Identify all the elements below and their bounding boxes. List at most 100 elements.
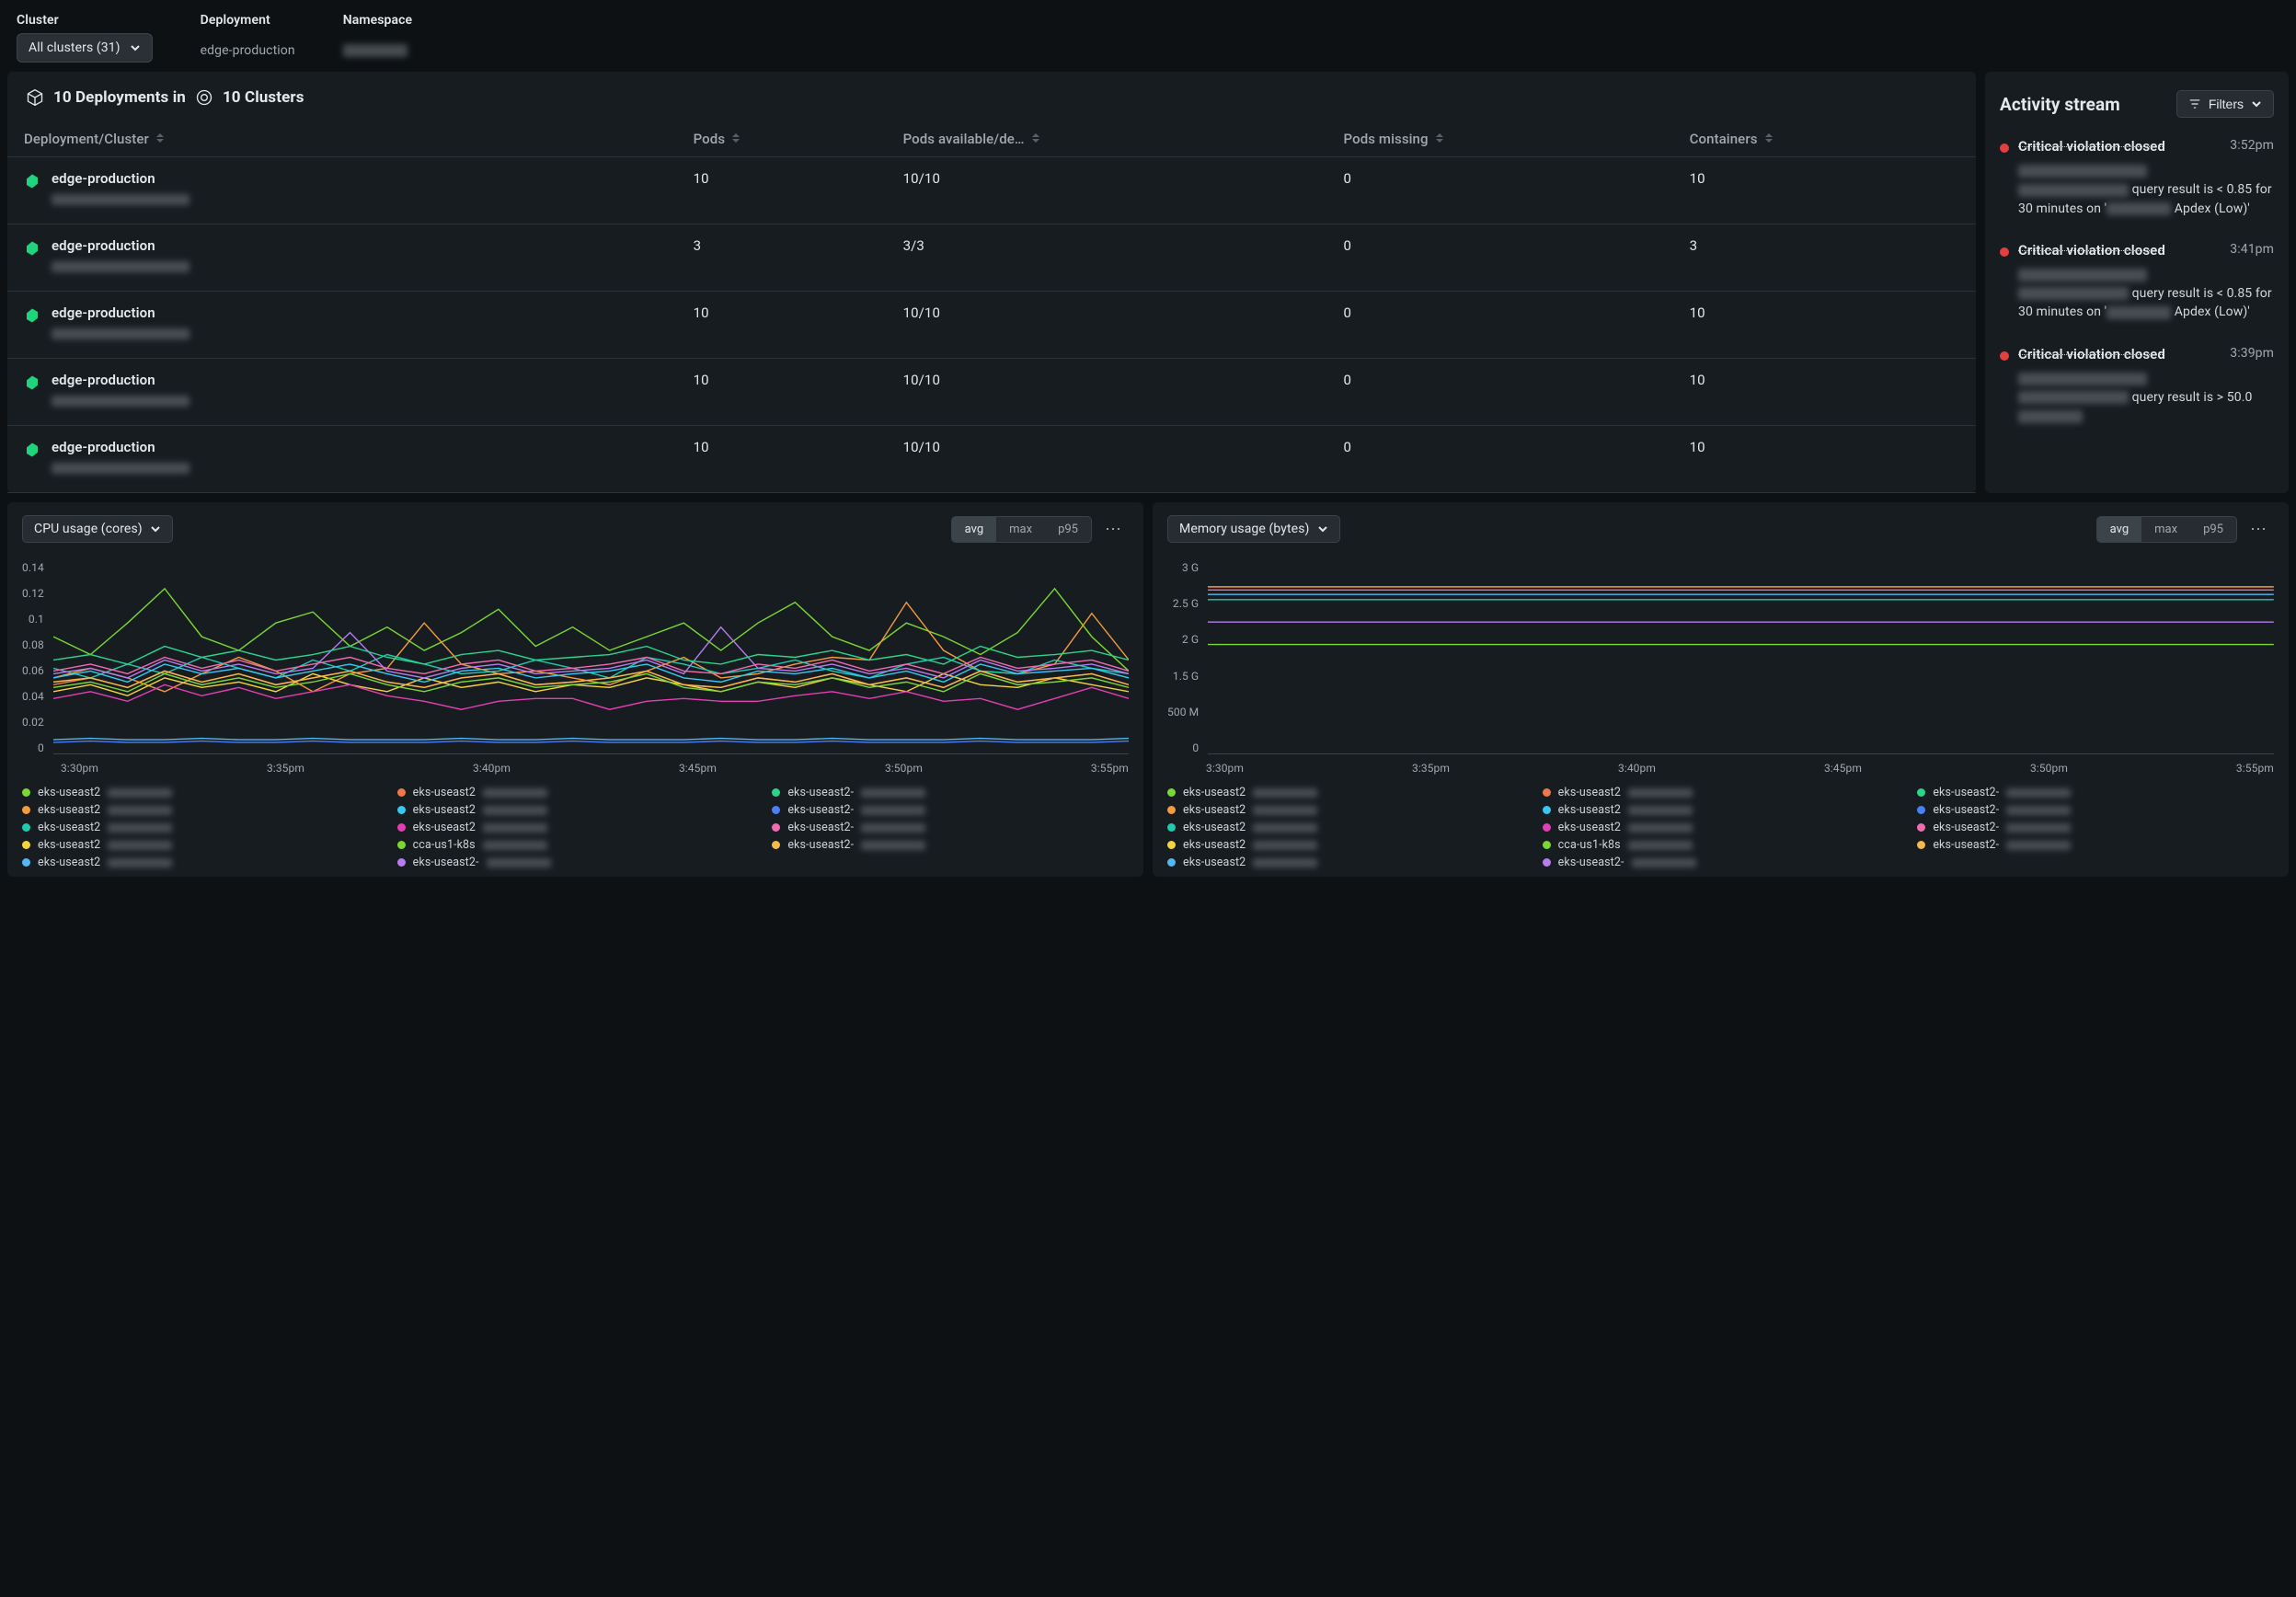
agg-p95-button[interactable]: p95 bbox=[1045, 517, 1091, 542]
agg-avg-button[interactable]: avg bbox=[952, 517, 997, 542]
chevron-down-icon bbox=[150, 523, 161, 534]
chart-cpu: CPU usage (cores) avgmaxp95 ⋯ 0.140.120.… bbox=[7, 502, 1143, 877]
chevron-down-icon bbox=[1317, 523, 1328, 534]
table-row[interactable]: edge-production 10 10/10 0 10 bbox=[7, 426, 1976, 493]
legend-item[interactable]: eks-useast2- bbox=[772, 786, 1129, 799]
event-description: query result is > 50.0 bbox=[2018, 370, 2274, 426]
legend-item[interactable]: eks-useast2 bbox=[1543, 803, 1900, 817]
deployment-name: edge-production bbox=[52, 439, 189, 455]
agg-max-button[interactable]: max bbox=[996, 517, 1045, 542]
aggregation-toggle: avgmaxp95 bbox=[2096, 516, 2237, 543]
chart-more-button[interactable]: ⋯ bbox=[1099, 520, 1129, 538]
activity-event[interactable]: Critical violation closed 3:39pm query r… bbox=[2000, 346, 2274, 426]
filters-button-label: Filters bbox=[2209, 97, 2244, 111]
legend-item[interactable]: eks-useast2 bbox=[1167, 838, 1524, 852]
legend-item[interactable]: eks-useast2 bbox=[22, 803, 379, 817]
legend-label: eks-useast2 bbox=[1558, 786, 1621, 799]
legend-item[interactable]: eks-useast2- bbox=[1917, 821, 2274, 834]
activity-list: Critical violation closed 3:52pm query r… bbox=[2000, 138, 2274, 426]
agg-p95-button[interactable]: p95 bbox=[2190, 517, 2236, 542]
col-header[interactable]: Pods missing bbox=[1327, 121, 1673, 157]
legend-item[interactable]: eks-useast2- bbox=[772, 821, 1129, 834]
legend-item[interactable]: eks-useast2- bbox=[1543, 856, 1900, 869]
chart-title-dropdown[interactable]: Memory usage (bytes) bbox=[1167, 515, 1340, 543]
legend-label: eks-useast2 bbox=[1558, 821, 1621, 834]
legend-swatch bbox=[772, 823, 780, 832]
chart-title-dropdown[interactable]: CPU usage (cores) bbox=[22, 515, 173, 543]
agg-max-button[interactable]: max bbox=[2141, 517, 2190, 542]
legend-label: eks-useast2- bbox=[787, 803, 854, 817]
filter-bar: Cluster All clusters (31) Deployment edg… bbox=[0, 0, 2296, 72]
legend-item[interactable]: eks-useast2 bbox=[22, 821, 379, 834]
legend-item[interactable]: eks-useast2 bbox=[1167, 786, 1524, 799]
legend-swatch bbox=[397, 858, 406, 867]
legend-swatch bbox=[1543, 806, 1551, 814]
event-description: query result is < 0.85 for 30 minutes on… bbox=[2018, 162, 2274, 218]
plot-area bbox=[1208, 561, 2274, 754]
legend-swatch bbox=[772, 806, 780, 814]
table-row[interactable]: edge-production 10 10/10 0 10 bbox=[7, 359, 1976, 426]
chart-legend: eks-useast2 eks-useast2 eks-useast2- eks-us… bbox=[22, 786, 1129, 869]
event-description: query result is < 0.85 for 30 minutes on… bbox=[2018, 266, 2274, 322]
legend-label: eks-useast2- bbox=[413, 856, 479, 869]
col-header[interactable]: Pods available/de… bbox=[887, 121, 1327, 157]
legend-label: eks-useast2 bbox=[1558, 803, 1621, 817]
cluster-dropdown-value: All clusters (31) bbox=[29, 40, 121, 55]
col-header[interactable]: Containers bbox=[1673, 121, 1976, 157]
legend-item[interactable]: eks-useast2 bbox=[1167, 856, 1524, 869]
activity-title: Activity stream bbox=[2000, 94, 2120, 115]
col-header[interactable]: Deployment/Cluster bbox=[7, 121, 677, 157]
legend-item[interactable]: eks-useast2 bbox=[1543, 821, 1900, 834]
filter-cluster-label: Cluster bbox=[17, 13, 153, 28]
agg-avg-button[interactable]: avg bbox=[2097, 517, 2142, 542]
cell-pods-avail: 10/10 bbox=[887, 292, 1327, 359]
filters-button[interactable]: Filters bbox=[2176, 90, 2274, 118]
table-row[interactable]: edge-production 10 10/10 0 10 bbox=[7, 292, 1976, 359]
legend-item[interactable]: eks-useast2- bbox=[1917, 803, 2274, 817]
legend-label: eks-useast2 bbox=[38, 803, 100, 817]
filter-deployment-label: Deployment bbox=[201, 13, 295, 28]
filter-namespace-label: Namespace bbox=[343, 13, 412, 28]
legend-label: cca-us1-k8s bbox=[413, 838, 476, 852]
legend-item[interactable]: eks-useast2 bbox=[1543, 786, 1900, 799]
chart-legend: eks-useast2 eks-useast2 eks-useast2- eks-us… bbox=[1167, 786, 2274, 869]
legend-item[interactable]: eks-useast2 bbox=[1167, 821, 1524, 834]
legend-item[interactable] bbox=[772, 856, 1129, 869]
table-row[interactable]: edge-production 3 3/3 0 3 bbox=[7, 224, 1976, 292]
col-header[interactable]: Pods bbox=[677, 121, 887, 157]
cell-pods-avail: 10/10 bbox=[887, 157, 1327, 224]
legend-item[interactable]: eks-useast2 bbox=[397, 821, 754, 834]
cluster-name bbox=[52, 259, 189, 276]
legend-item[interactable]: eks-useast2 bbox=[397, 786, 754, 799]
table-row[interactable]: edge-production 10 10/10 0 10 bbox=[7, 157, 1976, 224]
cell-containers: 10 bbox=[1673, 359, 1976, 426]
legend-item[interactable]: eks-useast2 bbox=[22, 786, 379, 799]
legend-item[interactable]: cca-us1-k8s bbox=[1543, 838, 1900, 852]
legend-item[interactable]: eks-useast2- bbox=[1917, 786, 2274, 799]
legend-label: eks-useast2- bbox=[787, 838, 854, 852]
hexagon-icon bbox=[24, 374, 40, 391]
legend-label: eks-useast2- bbox=[1933, 838, 1999, 852]
legend-item[interactable]: cca-us1-k8s bbox=[397, 838, 754, 852]
legend-item[interactable]: eks-useast2 bbox=[22, 838, 379, 852]
chart-more-button[interactable]: ⋯ bbox=[2244, 520, 2274, 538]
filter-namespace-value bbox=[343, 33, 412, 63]
activity-event[interactable]: Critical violation closed 3:41pm query r… bbox=[2000, 242, 2274, 322]
legend-item[interactable]: eks-useast2 bbox=[22, 856, 379, 869]
legend-item[interactable]: eks-useast2- bbox=[772, 803, 1129, 817]
legend-item[interactable]: eks-useast2- bbox=[397, 856, 754, 869]
legend-item[interactable]: eks-useast2 bbox=[1167, 803, 1524, 817]
deployment-name: edge-production bbox=[52, 372, 189, 388]
cell-containers: 10 bbox=[1673, 157, 1976, 224]
activity-event[interactable]: Critical violation closed 3:52pm query r… bbox=[2000, 138, 2274, 218]
legend-item[interactable]: eks-useast2- bbox=[772, 838, 1129, 852]
sort-icon bbox=[1436, 132, 1445, 144]
legend-item[interactable]: eks-useast2- bbox=[1917, 838, 2274, 852]
deployment-name: edge-production bbox=[52, 237, 189, 254]
legend-item[interactable] bbox=[1917, 856, 2274, 869]
legend-swatch bbox=[397, 823, 406, 832]
legend-label: eks-useast2 bbox=[1183, 803, 1246, 817]
legend-item[interactable]: eks-useast2 bbox=[397, 803, 754, 817]
cluster-dropdown[interactable]: All clusters (31) bbox=[17, 33, 153, 63]
deployments-count: 10 Deployments in bbox=[53, 88, 186, 107]
